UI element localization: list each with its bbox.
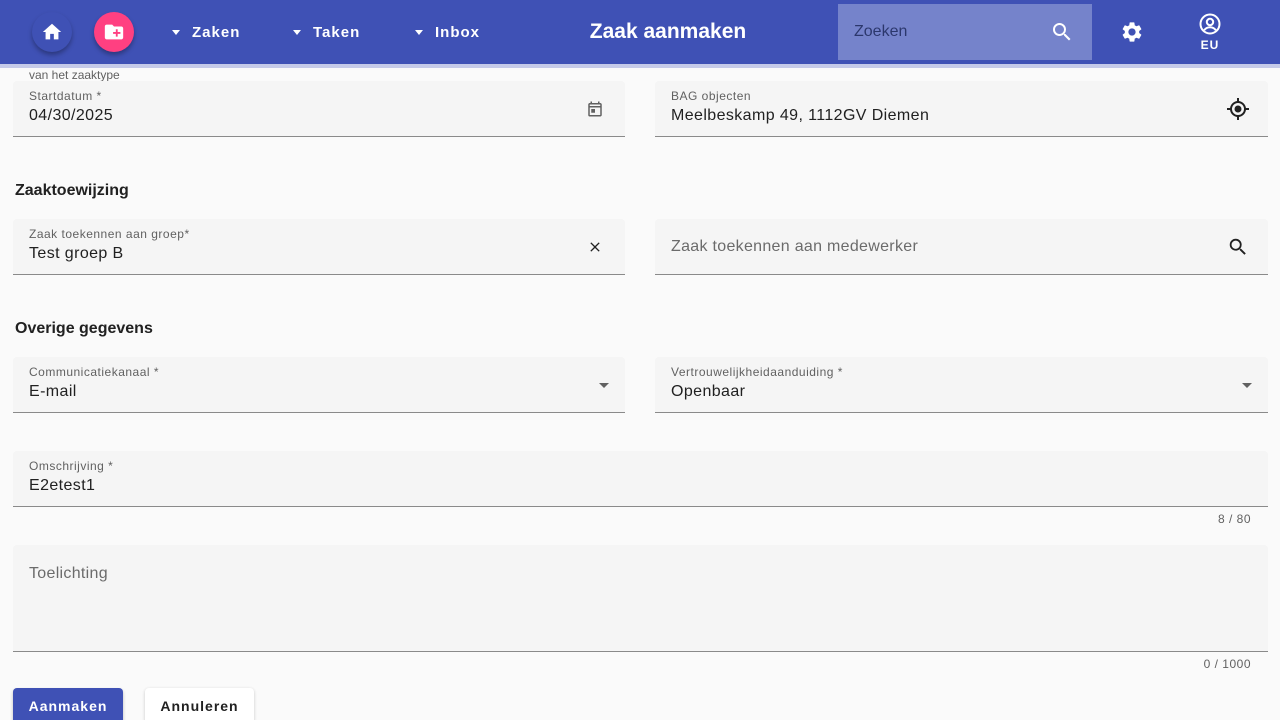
create-case-button[interactable] — [94, 12, 134, 52]
communicatiekanaal-label: Communicatiekanaal * — [29, 365, 160, 379]
omschrijving-char-counter: 8 / 80 — [1217, 512, 1251, 526]
vertrouwelijkheid-select[interactable]: Vertrouwelijkheidaanduiding * Openbaar — [655, 357, 1268, 413]
dropdown-caret-icon — [293, 29, 301, 35]
submit-button[interactable]: Aanmaken — [13, 688, 123, 720]
startdatum-value[interactable]: 04/30/2025 — [29, 107, 113, 125]
startdatum-field[interactable]: Startdatum * 04/30/2025 — [13, 81, 625, 137]
dropdown-caret-icon — [172, 29, 180, 35]
menu-inbox-label: Inbox — [435, 23, 480, 41]
settings-button[interactable] — [1118, 18, 1146, 46]
search-input[interactable] — [838, 4, 1048, 60]
bag-objecten-value[interactable]: Meelbeskamp 49, 1112GV Diemen — [671, 107, 929, 125]
account-initials: EU — [1200, 38, 1220, 52]
gps-location-icon[interactable] — [1226, 97, 1250, 121]
cancel-button[interactable]: Annuleren — [145, 688, 254, 720]
close-icon[interactable] — [583, 235, 607, 259]
toolbar-progress-line — [0, 64, 1280, 68]
account-button[interactable]: EU — [1190, 12, 1230, 56]
gear-icon — [1122, 22, 1142, 42]
menu-zaken[interactable]: Zaken — [172, 14, 240, 50]
menu-taken[interactable]: Taken — [293, 14, 360, 50]
bag-objecten-label: BAG objecten — [671, 89, 752, 103]
omschrijving-value[interactable]: E2etest1 — [29, 477, 95, 495]
home-button[interactable] — [32, 12, 72, 52]
medewerker-placeholder[interactable]: Zaak toekennen aan medewerker — [671, 238, 918, 256]
groep-value[interactable]: Test groep B — [29, 245, 124, 263]
search-icon[interactable] — [1226, 235, 1250, 259]
page-title: Zaak aanmaken — [589, 20, 747, 43]
toelichting-placeholder[interactable]: Toelichting — [29, 565, 108, 583]
medewerker-field[interactable]: Zaak toekennen aan medewerker — [655, 219, 1268, 275]
communicatiekanaal-select[interactable]: Communicatiekanaal * E-mail — [13, 357, 625, 413]
dropdown-caret-icon — [415, 29, 423, 35]
menu-zaken-label: Zaken — [192, 23, 241, 41]
groep-label: Zaak toekennen aan groep* — [29, 227, 190, 241]
vertrouwelijkheid-value[interactable]: Openbaar — [671, 383, 745, 401]
account-circle-icon — [1199, 13, 1221, 35]
search-box — [838, 4, 1092, 60]
dropdown-arrow-icon[interactable] — [599, 383, 609, 388]
calendar-icon[interactable] — [583, 97, 607, 121]
create-new-folder-icon — [104, 24, 124, 40]
startdatum-label: Startdatum * — [29, 89, 102, 103]
menu-inbox[interactable]: Inbox — [415, 14, 480, 50]
search-icon[interactable] — [1050, 20, 1074, 49]
groep-field[interactable]: Zaak toekennen aan groep* Test groep B — [13, 219, 625, 275]
zaaktype-hint: van het zaaktype — [29, 68, 120, 82]
home-icon — [42, 23, 62, 40]
omschrijving-field[interactable]: Omschrijving * E2etest1 — [13, 451, 1268, 507]
omschrijving-label: Omschrijving * — [29, 459, 114, 473]
menu-taken-label: Taken — [313, 23, 361, 41]
vertrouwelijkheid-label: Vertrouwelijkheidaanduiding * — [671, 365, 843, 379]
top-toolbar: Zaken Taken Inbox Zaak aanmaken EU — [0, 0, 1280, 64]
dropdown-arrow-icon[interactable] — [1242, 383, 1252, 388]
toelichting-textarea[interactable]: Toelichting — [13, 545, 1268, 652]
section-title-overige-gegevens: Overige gegevens — [15, 320, 153, 337]
section-title-zaaktoewijzing: Zaaktoewijzing — [15, 182, 129, 199]
toelichting-char-counter: 0 / 1000 — [1203, 657, 1251, 671]
bag-objecten-field[interactable]: BAG objecten Meelbeskamp 49, 1112GV Diem… — [655, 81, 1268, 137]
communicatiekanaal-value[interactable]: E-mail — [29, 383, 77, 401]
